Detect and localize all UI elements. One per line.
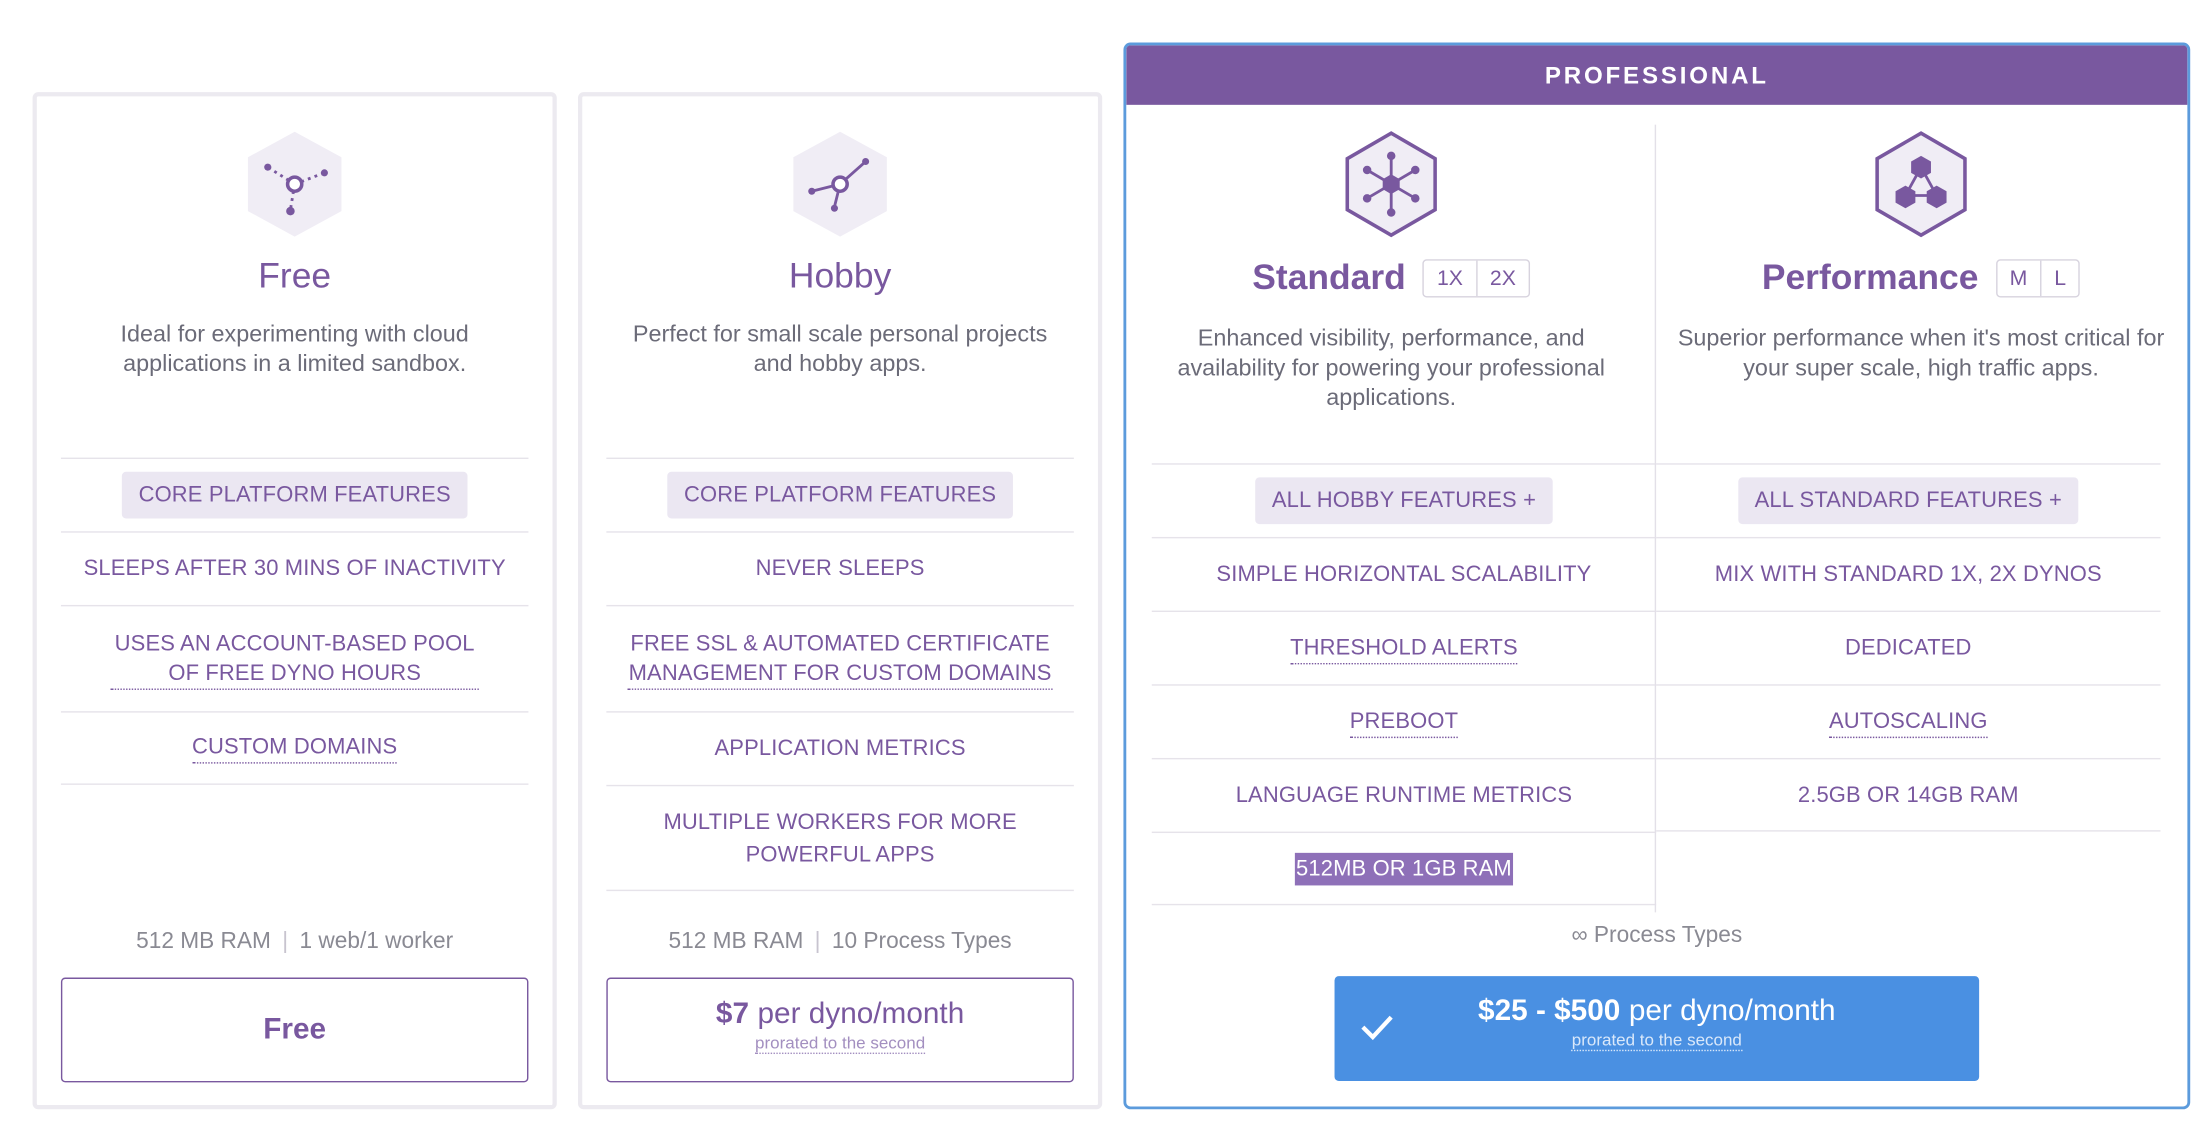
feature-label: DEDICATED xyxy=(1845,636,1972,661)
price-row: $7 per dyno/month xyxy=(608,997,1073,1031)
feature-item: ALL HOBBY FEATURES + xyxy=(1151,463,1657,537)
feature-item: 512MB OR 1GB RAM xyxy=(1151,831,1657,906)
professional-header: PROFESSIONAL xyxy=(1126,45,2188,105)
feature-tooltip-link[interactable]: FREE SSL & AUTOMATED CERTIFICATE MANAGEM… xyxy=(627,628,1053,690)
feature-item[interactable]: PREBOOT xyxy=(1151,684,1657,758)
feature-item: CORE PLATFORM FEATURES xyxy=(60,457,529,532)
dyno-standard-icon xyxy=(1339,128,1444,241)
feature-item: MIX WITH STANDARD 1X, 2X DYNOS xyxy=(1656,536,2161,611)
process-spec: ∞ Process Types xyxy=(1571,923,1743,948)
plan-description: Enhanced visibility, performance, and av… xyxy=(1177,325,1605,411)
plan-title: Standard xyxy=(1252,257,1406,298)
plan-title: Performance xyxy=(1761,257,1979,298)
feature-label: LANGUAGE RUNTIME METRICS xyxy=(1235,783,1573,808)
ram-spec: 512 MB RAM xyxy=(668,929,804,954)
dyno-size-selector: 1X 2X xyxy=(1422,259,1531,298)
process-spec: 10 Process Types xyxy=(831,929,1012,954)
feature-item: SLEEPS AFTER 30 MINS OF INACTIVITY xyxy=(60,531,529,605)
price-note: prorated to the second xyxy=(608,1032,1073,1055)
feature-label: SLEEPS AFTER 30 MINS OF INACTIVITY xyxy=(83,556,506,581)
plan-card-free: Free Ideal for experimenting with cloud … xyxy=(32,92,557,1110)
price-note: prorated to the second xyxy=(1335,1029,1980,1052)
dyno-size-selector: M L xyxy=(1995,259,2081,298)
feature-item: 2.5GB OR 14GB RAM xyxy=(1656,757,2161,832)
feature-item[interactable]: USES AN ACCOUNT-BASED POOL OF FREE DYNO … xyxy=(60,604,529,711)
feature-tooltip-link[interactable]: CUSTOM DOMAINS xyxy=(192,732,398,764)
plan-description: Perfect for small scale personal project… xyxy=(632,321,1048,377)
feature-list: ALL STANDARD FEATURES + MIX WITH STANDAR… xyxy=(1656,463,2161,832)
plan-title-row: Standard 1X 2X xyxy=(1126,258,1656,299)
feature-item: ALL STANDARD FEATURES + xyxy=(1656,463,2161,537)
feature-tooltip-link[interactable]: THRESHOLD ALERTS xyxy=(1290,633,1518,664)
feature-tooltip-link[interactable]: USES AN ACCOUNT-BASED POOL OF FREE DYNO … xyxy=(110,628,479,690)
feature-label: APPLICATION METRICS xyxy=(714,736,966,761)
select-plan-hobby-button[interactable]: $7 per dyno/month prorated to the second xyxy=(606,977,1074,1083)
select-plan-free-button[interactable]: Free xyxy=(60,977,529,1083)
price-amount: $7 xyxy=(715,997,750,1030)
checkmark-icon xyxy=(1361,1015,1393,1041)
prorated-link[interactable]: prorated to the second xyxy=(755,1032,926,1055)
feature-item: NEVER SLEEPS xyxy=(606,531,1074,605)
feature-pill: CORE PLATFORM FEATURES xyxy=(667,471,1014,519)
price-amount: $25 - $500 xyxy=(1478,994,1621,1028)
plan-title: Free xyxy=(258,256,332,297)
feature-label: MIX WITH STANDARD 1X, 2X DYNOS xyxy=(1714,562,2102,587)
feature-item[interactable]: FREE SSL & AUTOMATED CERTIFICATE MANAGEM… xyxy=(606,604,1074,711)
feature-label: SIMPLE HORIZONTAL SCALABILITY xyxy=(1216,562,1592,587)
pricing-page: Free Ideal for experimenting with cloud … xyxy=(0,0,2210,1146)
price-row: $25 - $500 per dyno/month xyxy=(1335,995,1980,1029)
plan-description: Ideal for experimenting with cloud appli… xyxy=(120,321,469,377)
divider: | xyxy=(814,929,821,954)
price-unit: per dyno/month xyxy=(1628,994,1836,1028)
feature-label-selected: 512MB OR 1GB RAM xyxy=(1294,852,1514,885)
size-option-l[interactable]: L xyxy=(2040,260,2079,297)
feature-list: CORE PLATFORM FEATURES NEVER SLEEPS FREE… xyxy=(606,457,1074,892)
size-option-2x[interactable]: 2X xyxy=(1475,260,1529,297)
dyno-performance-icon xyxy=(1869,128,1974,241)
select-plan-professional-button[interactable]: $25 - $500 per dyno/month prorated to the… xyxy=(1334,976,1980,1081)
plan-specs: 512 MB RAM | 1 web/1 worker xyxy=(37,929,553,955)
dyno-free-icon xyxy=(242,128,347,241)
divider: | xyxy=(282,929,289,954)
feature-pill: ALL STANDARD FEATURES + xyxy=(1737,477,2079,525)
size-option-m[interactable]: M xyxy=(1997,261,2040,296)
feature-item: LANGUAGE RUNTIME METRICS xyxy=(1151,757,1657,832)
prorated-link[interactable]: prorated to the second xyxy=(1571,1029,1742,1052)
plan-group-professional: PROFESSIONAL Standard 1X 2X Enhanced vis… xyxy=(1123,42,2191,1110)
feature-item[interactable]: CUSTOM DOMAINS xyxy=(60,711,529,785)
feature-tooltip-link[interactable]: PREBOOT xyxy=(1349,706,1459,738)
plan-description: Superior performance when it's most crit… xyxy=(1677,325,2165,382)
feature-item: MULTIPLE WORKERS FOR MORE POWERFUL APPS xyxy=(606,784,1074,892)
plan-card-hobby: Hobby Perfect for small scale personal p… xyxy=(578,92,1103,1110)
ram-spec: 512 MB RAM xyxy=(136,929,271,954)
price-label: Free xyxy=(263,1012,327,1046)
feature-item[interactable]: THRESHOLD ALERTS xyxy=(1151,610,1657,685)
feature-item: DEDICATED xyxy=(1656,610,2161,685)
feature-label: 2.5GB OR 14GB RAM xyxy=(1797,782,2019,807)
feature-pill: ALL HOBBY FEATURES + xyxy=(1254,477,1554,525)
feature-label: NEVER SLEEPS xyxy=(755,556,925,581)
feature-list: ALL HOBBY FEATURES + SIMPLE HORIZONTAL S… xyxy=(1151,463,1657,906)
feature-item: CORE PLATFORM FEATURES xyxy=(606,457,1074,532)
feature-item: APPLICATION METRICS xyxy=(606,711,1074,785)
feature-label: MULTIPLE WORKERS FOR MORE POWERFUL APPS xyxy=(663,809,1017,867)
plan-specs: 512 MB RAM | 10 Process Types xyxy=(582,929,1098,955)
plan-title-row: Performance M L xyxy=(1656,258,2186,299)
feature-list: CORE PLATFORM FEATURES SLEEPS AFTER 30 M… xyxy=(60,457,529,785)
price-unit: per dyno/month xyxy=(757,997,965,1030)
feature-item: SIMPLE HORIZONTAL SCALABILITY xyxy=(1151,536,1657,611)
plan-card-standard: Standard 1X 2X Enhanced visibility, perf… xyxy=(1126,105,1657,906)
plan-title: Hobby xyxy=(788,256,892,297)
plan-card-performance: Performance M L Superior performance whe… xyxy=(1656,105,2186,898)
process-spec: 1 web/1 worker xyxy=(299,929,454,954)
feature-pill: CORE PLATFORM FEATURES xyxy=(121,471,468,519)
feature-tooltip-link[interactable]: AUTOSCALING xyxy=(1829,706,1988,738)
dyno-hobby-icon xyxy=(788,128,893,241)
feature-item[interactable]: AUTOSCALING xyxy=(1656,684,2161,758)
size-option-1x[interactable]: 1X xyxy=(1424,261,1476,296)
